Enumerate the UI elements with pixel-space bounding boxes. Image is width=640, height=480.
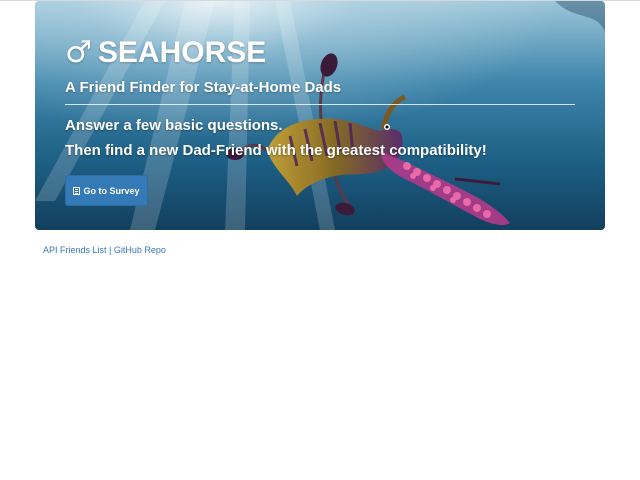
hero-banner: ♂ SEAHORSE A Friend Finder for Stay-at-H… bbox=[35, 1, 605, 230]
api-friends-list-link[interactable]: API Friends List bbox=[43, 245, 107, 255]
title-row: ♂ SEAHORSE bbox=[65, 33, 266, 73]
link-separator: | bbox=[109, 245, 112, 255]
list-icon bbox=[73, 186, 81, 195]
github-repo-link[interactable]: GitHub Repo bbox=[114, 245, 166, 255]
go-to-survey-label: Go to Survey bbox=[83, 185, 140, 196]
lead-text-1: Answer a few basic questions. bbox=[65, 117, 283, 134]
lead-text-2: Then find a new Dad-Friend with the grea… bbox=[65, 142, 487, 159]
page-title: SEAHORSE bbox=[97, 36, 267, 69]
footer-links: API Friends List | GitHub Repo bbox=[43, 245, 166, 255]
page-subtitle: A Friend Finder for Stay-at-Home Dads bbox=[65, 79, 342, 96]
male-symbol-icon: ♂ bbox=[65, 35, 92, 70]
go-to-survey-button[interactable]: Go to Survey bbox=[65, 175, 148, 206]
divider bbox=[65, 104, 575, 105]
